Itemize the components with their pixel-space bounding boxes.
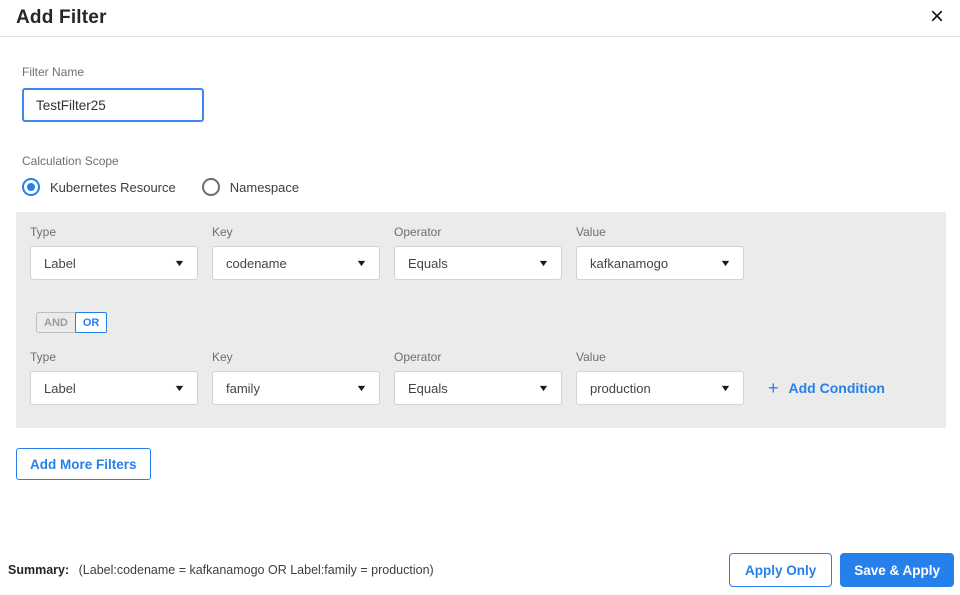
logic-toggle: AND OR xyxy=(36,312,932,333)
radio-label: Kubernetes Resource xyxy=(50,179,176,195)
condition-row-1: Type Label ▼ Key codename ▼ Operator Equ… xyxy=(30,225,932,280)
scope-radio-group: Kubernetes Resource Namespace xyxy=(22,178,960,196)
value-select-value: kafkanamogo xyxy=(590,255,669,271)
key-field: Key codename ▼ xyxy=(212,225,380,280)
value-label: Value xyxy=(576,225,606,239)
key-select[interactable]: family ▼ xyxy=(212,371,380,405)
type-select-value: Label xyxy=(44,380,76,396)
value-select-value: production xyxy=(590,380,651,396)
key-select-value: family xyxy=(226,380,260,396)
radio-option-kubernetes-resource[interactable]: Kubernetes Resource xyxy=(22,178,176,196)
apply-only-button[interactable]: Apply Only xyxy=(728,553,833,587)
operator-select[interactable]: Equals ▼ xyxy=(394,371,562,405)
chevron-down-icon: ▼ xyxy=(355,257,368,268)
radio-label: Namespace xyxy=(229,179,300,195)
summary-label: Summary: xyxy=(8,563,70,577)
conditions-panel: Type Label ▼ Key codename ▼ Operator Equ… xyxy=(16,212,946,428)
key-select[interactable]: codename ▼ xyxy=(212,246,380,280)
filter-name-input[interactable] xyxy=(22,88,204,122)
chevron-down-icon: ▼ xyxy=(719,382,732,393)
key-field: Key family ▼ xyxy=(212,350,380,405)
dialog-header: Add Filter × xyxy=(0,0,960,37)
or-toggle-button[interactable]: OR xyxy=(74,312,108,333)
operator-select-value: Equals xyxy=(408,255,448,271)
calculation-scope-section: Calculation Scope Kubernetes Resource Na… xyxy=(22,154,960,196)
operator-select[interactable]: Equals ▼ xyxy=(394,246,562,280)
summary-text: (Label:codename = kafkanamogo OR Label:f… xyxy=(78,563,434,577)
filter-name-section: Filter Name xyxy=(22,65,960,122)
value-field: Value kafkanamogo ▼ xyxy=(576,225,744,280)
summary: Summary: (Label:codename = kafkanamogo O… xyxy=(8,563,434,577)
chevron-down-icon: ▼ xyxy=(173,257,186,268)
operator-field: Operator Equals ▼ xyxy=(394,350,562,405)
chevron-down-icon: ▼ xyxy=(719,257,732,268)
type-select[interactable]: Label ▼ xyxy=(30,371,198,405)
chevron-down-icon: ▼ xyxy=(537,257,550,268)
dialog-footer: Summary: (Label:codename = kafkanamogo O… xyxy=(0,553,960,587)
close-icon[interactable]: × xyxy=(930,4,944,29)
filter-name-label: Filter Name xyxy=(22,65,85,79)
key-label: Key xyxy=(212,350,233,364)
add-condition-label: Add Condition xyxy=(788,380,885,396)
operator-field: Operator Equals ▼ xyxy=(394,225,562,280)
key-select-value: codename xyxy=(226,255,287,271)
chevron-down-icon: ▼ xyxy=(355,382,368,393)
operator-label: Operator xyxy=(394,350,442,364)
type-label: Type xyxy=(30,350,57,364)
type-label: Type xyxy=(30,225,57,239)
type-field: Type Label ▼ xyxy=(30,350,198,405)
radio-option-namespace[interactable]: Namespace xyxy=(201,178,300,196)
type-select-value: Label xyxy=(44,255,76,271)
value-select[interactable]: production ▼ xyxy=(576,371,744,405)
value-field: Value production ▼ xyxy=(576,350,744,405)
value-label: Value xyxy=(576,350,606,364)
operator-label: Operator xyxy=(394,225,442,239)
add-condition-cell: + Add Condition xyxy=(758,350,932,405)
type-field: Type Label ▼ xyxy=(30,225,198,280)
add-condition-button[interactable]: + Add Condition xyxy=(768,371,932,405)
and-toggle-button[interactable]: AND xyxy=(36,312,76,333)
calculation-scope-label: Calculation Scope xyxy=(22,154,119,168)
chevron-down-icon: ▼ xyxy=(537,382,550,393)
value-select[interactable]: kafkanamogo ▼ xyxy=(576,246,744,280)
chevron-down-icon: ▼ xyxy=(173,382,186,393)
operator-select-value: Equals xyxy=(408,380,448,396)
plus-icon: + xyxy=(768,378,779,398)
radio-unselected-icon[interactable] xyxy=(201,178,220,196)
radio-selected-icon[interactable] xyxy=(22,178,40,196)
dialog-title: Add Filter xyxy=(16,7,107,28)
save-and-apply-button[interactable]: Save & Apply xyxy=(840,553,954,587)
type-select[interactable]: Label ▼ xyxy=(30,246,198,280)
key-label: Key xyxy=(212,225,233,239)
add-more-filters-button[interactable]: Add More Filters xyxy=(16,448,151,480)
condition-row-2: Type Label ▼ Key family ▼ Operator Equal… xyxy=(30,350,932,405)
footer-buttons: Apply Only Save & Apply xyxy=(728,553,954,587)
